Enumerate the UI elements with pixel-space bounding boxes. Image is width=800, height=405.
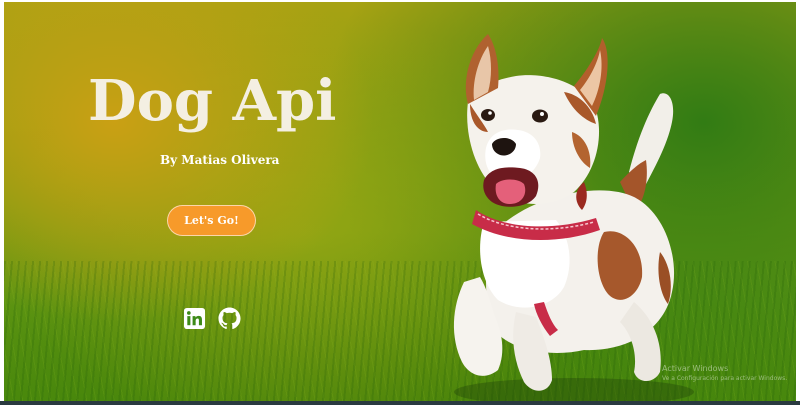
lets-go-button[interactable]: Let's Go! [167,205,256,236]
github-link[interactable] [218,307,241,330]
landing-page: Dog Api By Matias Olivera Let's Go! Acti… [0,0,800,405]
linkedin-icon [183,307,206,330]
watermark-title: Activar Windows [662,364,729,373]
dog-image [453,34,694,401]
linkedin-link[interactable] [183,307,206,330]
watermark-subtitle: Ve a Configuración para activar Windows. [662,375,788,382]
page-title: Dog Api [88,68,337,134]
bottom-edge [0,401,800,405]
social-links [183,307,241,330]
author-byline: By Matias Olivera [160,153,280,167]
hero-section: Dog Api By Matias Olivera Let's Go! Acti… [4,2,796,401]
windows-activation-watermark: Activar Windows Ve a Configuración para … [662,364,787,384]
github-icon [218,307,241,329]
